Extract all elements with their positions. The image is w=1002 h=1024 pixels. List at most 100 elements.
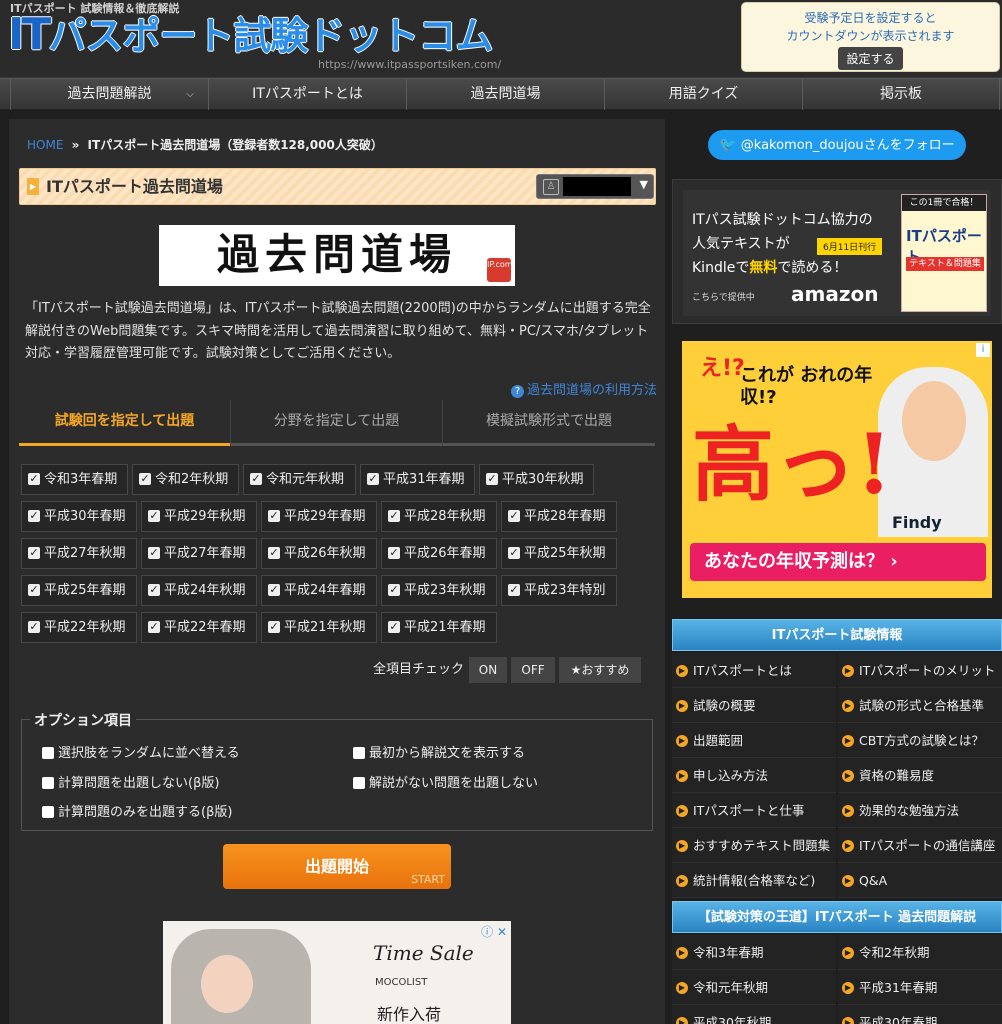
option-show-explanation[interactable]: 最初から解説文を表示する: [353, 742, 525, 761]
howto-link[interactable]: ? 過去問道場の利用方法: [510, 379, 657, 398]
info-link[interactable]: ▶ ITパスポートとは: [672, 653, 836, 688]
nav-item-board[interactable]: 掲示板: [802, 79, 1000, 110]
checked-icon: ✓: [148, 508, 160, 522]
exam-checkbox[interactable]: ✓ 平成30年春期: [21, 501, 137, 532]
info-link[interactable]: ▶ 試験の概要: [672, 688, 836, 723]
nav-item-dojo[interactable]: 過去問道場: [406, 79, 604, 110]
info-link[interactable]: ▶ おすすめテキスト問題集: [672, 828, 836, 863]
findy-big-text: 高っ!: [692, 417, 892, 513]
exam-checkbox[interactable]: ✓ 令和3年春期: [21, 464, 128, 495]
nav-item-kakomon-kaisetsu[interactable]: 過去問題解説 ⌵: [10, 79, 208, 110]
exam-checkbox[interactable]: ✓ 平成27年秋期: [21, 538, 137, 569]
info-link[interactable]: ▶ CBT方式の試験とは？: [838, 723, 1002, 758]
exam-checkbox[interactable]: ✓ 平成29年春期: [261, 501, 377, 532]
exam-checkbox[interactable]: ✓ 平成22年秋期: [21, 612, 137, 643]
breadcrumb-separator: »: [71, 138, 80, 152]
twitter-follow-button[interactable]: 🐦 @kakomon_doujouさんをフォロー: [708, 130, 966, 160]
site-logo[interactable]: ITパスポート試験ドットコム: [8, 12, 493, 59]
start-button[interactable]: 出題開始 START: [223, 844, 451, 889]
findy-person-face: [902, 381, 966, 461]
tab-by-field[interactable]: 分野を指定して出題: [230, 400, 442, 446]
countdown-box: 受験予定日を設定すると カウントダウンが表示されます 設定する: [741, 2, 1000, 72]
findy-cta-button[interactable]: あなたの年収予測は？ ›: [690, 543, 986, 581]
info-link[interactable]: ▶ ITパスポートの通信講座: [838, 828, 1002, 863]
exam-checkbox[interactable]: ✓ 平成25年春期: [21, 575, 137, 606]
exam-checkbox[interactable]: ✓ 平成22年春期: [141, 612, 257, 643]
exam-checkbox[interactable]: ✓ 平成24年秋期: [141, 575, 257, 606]
info-link[interactable]: ▶ ITパスポートのメリット: [838, 653, 1002, 688]
fashion-ad-banner[interactable]: Time Sale MOCOLIST 新作入荷 ⓘ ✕: [163, 921, 511, 1024]
exam-label: 平成24年春期: [284, 583, 366, 598]
exam-checkbox[interactable]: ✓ 平成26年秋期: [261, 538, 377, 569]
check-off-button[interactable]: OFF: [511, 657, 555, 683]
exam-checkbox[interactable]: ✓ 平成25年秋期: [501, 538, 617, 569]
checked-icon: ✓: [28, 508, 40, 522]
exam-checkbox[interactable]: ✓ 平成23年秋期: [381, 575, 497, 606]
exam-checkbox[interactable]: ✓ 平成26年春期: [381, 538, 497, 569]
findy-exclaim: え!?: [700, 356, 745, 381]
link-label: 統計情報(合格率など): [693, 873, 816, 888]
ad-info-close-icon[interactable]: ⓘ ✕: [481, 923, 507, 940]
option-only-calc[interactable]: 計算問題のみを出題する(β版): [42, 801, 232, 820]
user-icon: ♙: [543, 179, 559, 195]
link-label: 令和元年秋期: [693, 980, 769, 995]
info-link[interactable]: ▶ 出題範囲: [672, 723, 836, 758]
exam-checkbox[interactable]: ✓ 平成31年春期: [360, 464, 475, 495]
check-on-button[interactable]: ON: [469, 657, 507, 683]
tab-mock-exam[interactable]: 模擬試験形式で出題: [442, 400, 655, 446]
checked-icon: ✓: [148, 619, 160, 633]
unchecked-icon: [42, 776, 54, 789]
tab-by-exam[interactable]: 試験回を指定して出題: [19, 400, 230, 446]
exam-label: 平成21年春期: [404, 620, 486, 635]
kaisetsu-section-header: 【試験対策の王道】ITパスポート 過去問題解説: [672, 901, 1002, 933]
info-link[interactable]: ▶ 申し込み方法: [672, 758, 836, 793]
findy-ad-banner[interactable]: i え!? これが おれの年収!? 高っ! Findy あなたの年収予測は？ ›: [682, 341, 992, 598]
exam-checkbox[interactable]: ✓ 平成24年春期: [261, 575, 377, 606]
kaisetsu-link[interactable]: ▶ 平成30年春期: [838, 1005, 1002, 1024]
exam-checkbox[interactable]: ✓ 平成21年秋期: [261, 612, 377, 643]
kaisetsu-link[interactable]: ▶ 令和2年秋期: [838, 935, 1002, 970]
arrow-bullet-icon: ▶: [842, 699, 854, 712]
exam-checkbox[interactable]: ✓ 平成28年秋期: [381, 501, 497, 532]
kaisetsu-link[interactable]: ▶ 令和元年秋期: [672, 970, 836, 1005]
exam-checkbox[interactable]: ✓ 平成29年秋期: [141, 501, 257, 532]
dojo-logo-text: 過去問道場: [216, 230, 457, 279]
kaisetsu-link[interactable]: ▶ 平成30年秋期: [672, 1005, 836, 1024]
exam-checkbox[interactable]: ✓ 令和2年秋期: [132, 464, 239, 495]
user-menu[interactable]: ♙ ▼: [536, 174, 654, 199]
info-link[interactable]: ▶ 統計情報(合格率など): [672, 863, 836, 898]
exam-checkbox[interactable]: ✓ 平成30年秋期: [479, 464, 594, 495]
ad-info-icon[interactable]: i: [976, 343, 990, 357]
kaisetsu-link[interactable]: ▶ 令和3年春期: [672, 935, 836, 970]
breadcrumb-home-link[interactable]: HOME: [27, 138, 63, 152]
info-link[interactable]: ▶ ITパスポートと仕事: [672, 793, 836, 828]
check-recommend-button[interactable]: ★おすすめ: [559, 657, 641, 683]
ad-new-arrival: 新作入荷: [377, 1005, 442, 1024]
kindle-book-banner[interactable]: ITパス試験ドットコム協力の 人気テキストが Kindleで無料で読める！ 6月…: [672, 179, 1002, 324]
exam-checkbox[interactable]: ✓ 平成27年春期: [141, 538, 257, 569]
option-no-calc[interactable]: 計算問題を出題しない(β版): [42, 772, 219, 791]
link-label: 令和3年春期: [693, 945, 764, 960]
exam-label: 平成29年春期: [284, 509, 366, 524]
nav-label: 過去問題解説: [67, 86, 152, 102]
arrow-bullet-icon: ▶: [676, 664, 688, 677]
exam-checkbox[interactable]: ✓ 平成23年特別: [501, 575, 617, 606]
nav-item-quiz[interactable]: 用語クイズ: [604, 79, 802, 110]
info-link[interactable]: ▶ 効果的な勉強方法: [838, 793, 1002, 828]
kaisetsu-link[interactable]: ▶ 平成31年春期: [838, 970, 1002, 1005]
option-random-choices[interactable]: 選択肢をランダムに並べ替える: [42, 742, 240, 761]
exam-checkbox[interactable]: ✓ 平成21年春期: [381, 612, 497, 643]
exam-checkbox[interactable]: ✓ 令和元年秋期: [243, 464, 356, 495]
info-link[interactable]: ▶ 試験の形式と合格基準: [838, 688, 1002, 723]
nav-label: 過去問道場: [470, 86, 541, 102]
set-date-button[interactable]: 設定する: [838, 47, 903, 70]
link-label: おすすめテキスト問題集: [693, 838, 831, 853]
book-cover-image: この1冊で合格！ ITパスポート テキスト＆問題集: [901, 194, 987, 312]
option-label: 計算問題のみを出題する(β版): [58, 805, 233, 820]
info-link[interactable]: ▶ Q&A: [838, 863, 1002, 898]
chevron-down-icon: ⌵: [186, 89, 194, 100]
exam-checkbox[interactable]: ✓ 平成28年春期: [501, 501, 617, 532]
nav-item-about[interactable]: ITパスポートとは: [208, 79, 406, 110]
option-skip-unexplained[interactable]: 解説がない問題を出題しない: [353, 772, 538, 791]
info-link[interactable]: ▶ 資格の難易度: [838, 758, 1002, 793]
